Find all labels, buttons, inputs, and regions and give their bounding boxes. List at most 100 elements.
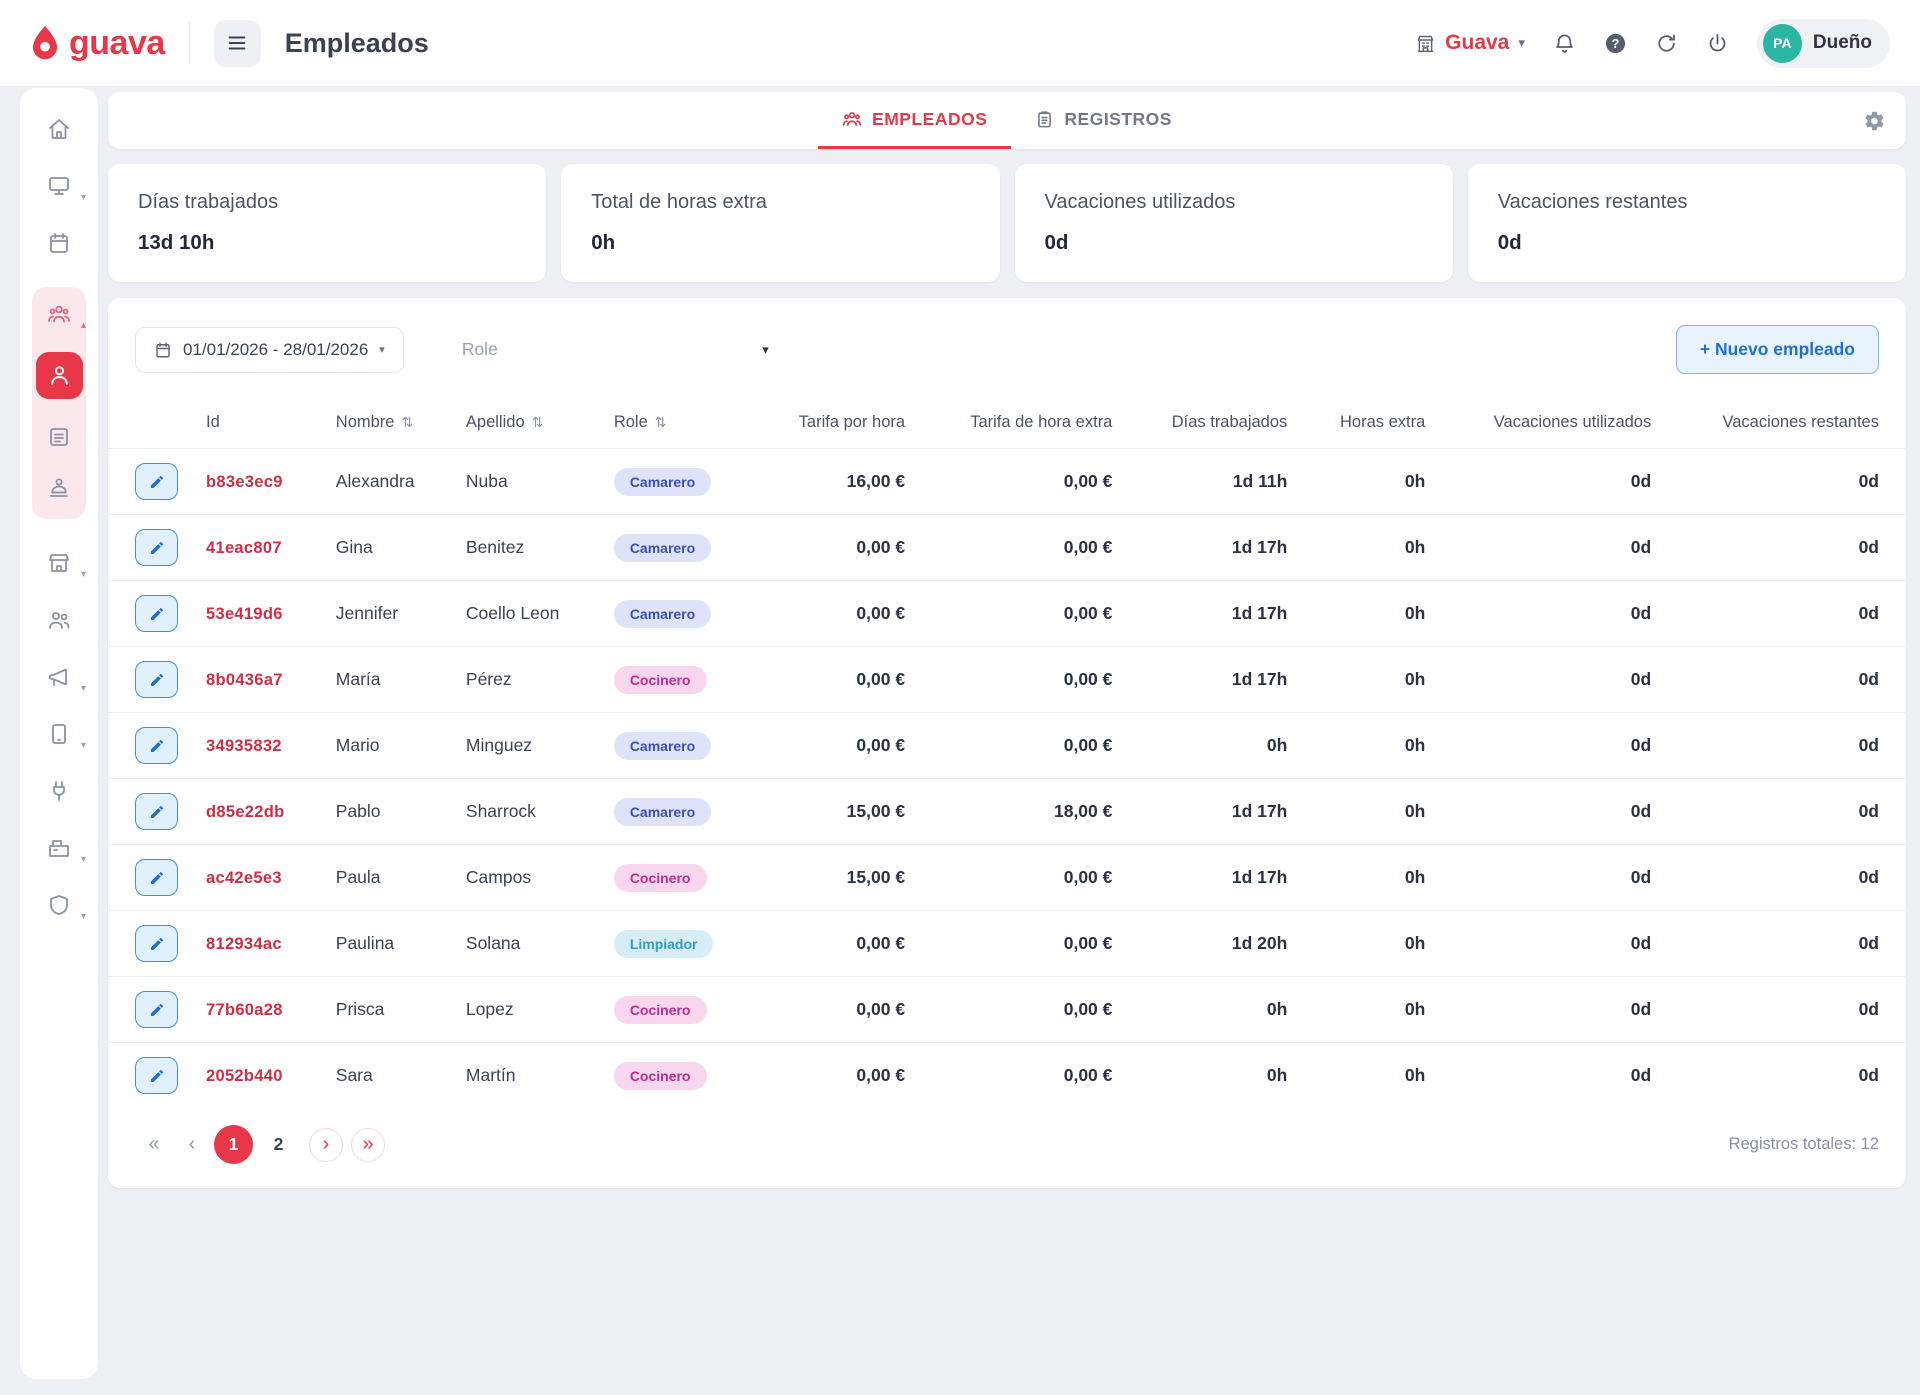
edit-row-button[interactable]: [135, 793, 178, 830]
employees-panel: 01/01/2026 - 28/01/2026 ▾ Role ▾ + Nuevo…: [108, 298, 1906, 1188]
plug-icon: [47, 779, 71, 803]
employee-id-link[interactable]: 812934ac: [206, 935, 282, 953]
sidebar-item-pos[interactable]: ▾: [38, 173, 80, 199]
prev-page-button[interactable]: ‹: [173, 1126, 211, 1164]
overtime-hours: 0h: [1301, 449, 1439, 515]
edit-row-button[interactable]: [135, 1057, 178, 1094]
table-body: b83e3ec9 Alexandra Nuba Camarero 16,00 €…: [108, 449, 1906, 1109]
edit-row-button[interactable]: [135, 859, 178, 896]
employee-id-link[interactable]: b83e3ec9: [206, 473, 283, 491]
sidebar-item-devices[interactable]: ▾: [38, 721, 80, 747]
app-logo[interactable]: guava: [28, 24, 165, 63]
employee-id-link[interactable]: ac42e5e3: [206, 869, 282, 887]
overtime-rate: 0,00 €: [919, 581, 1126, 647]
role-badge: Cocinero: [614, 666, 707, 694]
edit-row-button[interactable]: [135, 925, 178, 962]
stat-label: Vacaciones utilizados: [1045, 191, 1423, 214]
overtime-hours: 0h: [1301, 515, 1439, 581]
edit-row-button[interactable]: [135, 991, 178, 1028]
vacation-used: 0d: [1439, 911, 1665, 977]
employee-id-link[interactable]: 53e419d6: [206, 605, 283, 623]
sidebar-item-security[interactable]: ▾: [38, 892, 80, 918]
column-header-vacaciones-utilizados: Vacaciones utilizados: [1439, 400, 1665, 449]
employee-last-name: Martín: [452, 1043, 600, 1109]
chevron-down-icon: ▾: [81, 683, 86, 694]
employee-id-link[interactable]: 8b0436a7: [206, 671, 283, 689]
sidebar-item-customers[interactable]: [38, 607, 80, 633]
user-menu[interactable]: PA Dueño: [1757, 19, 1890, 68]
role-badge: Cocinero: [614, 864, 707, 892]
new-employee-button[interactable]: + Nuevo empleado: [1676, 325, 1879, 374]
sidebar-item-calendar[interactable]: [38, 230, 80, 256]
page-button-1[interactable]: 1: [214, 1125, 253, 1164]
edit-row-button[interactable]: [135, 463, 178, 500]
sidebar-item-integrations[interactable]: [38, 778, 80, 804]
edit-row-button[interactable]: [135, 595, 178, 632]
customers-icon: [47, 608, 71, 632]
sidebar-item-store[interactable]: ▾: [38, 550, 80, 576]
sidebar-item-staff[interactable]: [38, 475, 80, 501]
hourly-rate: 0,00 €: [755, 647, 919, 713]
monitor-icon: [47, 174, 71, 198]
role-badge: Cocinero: [614, 996, 707, 1024]
sidebar-group-employees: ▴: [32, 287, 86, 519]
days-worked: 1d 17h: [1126, 581, 1301, 647]
column-header-apellido[interactable]: Apellido⇅: [452, 400, 600, 449]
employee-id-link[interactable]: 41eac807: [206, 539, 282, 557]
tab-registros[interactable]: REGISTROS: [1011, 92, 1196, 149]
column-header-role[interactable]: Role⇅: [600, 400, 756, 449]
chevron-down-icon: ▾: [1518, 35, 1525, 51]
table-row: 34935832 Mario Minguez Camarero 0,00 € 0…: [108, 713, 1906, 779]
last-page-button[interactable]: »: [351, 1128, 385, 1162]
employee-id-link[interactable]: 34935832: [206, 737, 282, 755]
sidebar-item-home[interactable]: [38, 116, 80, 142]
sidebar-item-register[interactable]: ▾: [38, 835, 80, 861]
help-button[interactable]: ?: [1604, 32, 1627, 55]
overtime-rate: 0,00 €: [919, 911, 1126, 977]
edit-row-button[interactable]: [135, 661, 178, 698]
refresh-button[interactable]: [1655, 32, 1678, 55]
pencil-icon: [149, 870, 165, 886]
hourly-rate: 0,00 €: [755, 1043, 919, 1109]
sort-icon[interactable]: ⇅: [401, 414, 413, 430]
logout-button[interactable]: [1706, 32, 1729, 55]
table-row: 41eac807 Gina Benitez Camarero 0,00 € 0,…: [108, 515, 1906, 581]
tab-empleados[interactable]: EMPLEADOS: [818, 92, 1011, 149]
stat-label: Total de horas extra: [591, 191, 969, 214]
chevron-down-icon: ▾: [81, 911, 86, 922]
column-header-nombre[interactable]: Nombre⇅: [322, 400, 452, 449]
edit-row-button[interactable]: [135, 529, 178, 566]
role-filter[interactable]: Role ▾: [458, 329, 773, 370]
edit-row-button[interactable]: [135, 727, 178, 764]
employee-id-link[interactable]: 2052b440: [206, 1067, 283, 1085]
app-name: guava: [69, 24, 165, 63]
vacation-used: 0d: [1439, 647, 1665, 713]
employee-last-name: Campos: [452, 845, 600, 911]
hourly-rate: 0,00 €: [755, 713, 919, 779]
next-page-button[interactable]: ›: [309, 1128, 343, 1162]
guava-logo-icon: [28, 24, 62, 62]
employees-table: IdNombre⇅Apellido⇅Role⇅Tarifa por horaTa…: [108, 400, 1906, 1108]
sidebar-item-team[interactable]: ▴: [38, 301, 80, 327]
first-page-button[interactable]: «: [135, 1126, 173, 1164]
overtime-hours: 0h: [1301, 713, 1439, 779]
hamburger-menu-button[interactable]: [214, 20, 261, 67]
overtime-rate: 0,00 €: [919, 845, 1126, 911]
people-icon: [842, 109, 862, 129]
sidebar-item-marketing[interactable]: ▾: [38, 664, 80, 690]
settings-button[interactable]: [1863, 109, 1886, 132]
sort-icon[interactable]: ⇅: [532, 414, 544, 430]
sort-icon[interactable]: ⇅: [655, 414, 667, 430]
sidebar-item-schedules[interactable]: [38, 424, 80, 450]
employee-id-link[interactable]: 77b60a28: [206, 1001, 283, 1019]
employee-id-link[interactable]: d85e22db: [206, 803, 285, 821]
sidebar-item-employees-active[interactable]: [36, 352, 83, 399]
store-selector[interactable]: Guava ▾: [1415, 31, 1525, 55]
days-worked: 1d 17h: [1126, 845, 1301, 911]
home-icon: [47, 117, 71, 141]
date-range-filter[interactable]: 01/01/2026 - 28/01/2026 ▾: [135, 327, 404, 373]
notifications-button[interactable]: [1553, 32, 1576, 55]
page-button-2[interactable]: 2: [259, 1125, 298, 1164]
table-row: ac42e5e3 Paula Campos Cocinero 15,00 € 0…: [108, 845, 1906, 911]
overtime-rate: 18,00 €: [919, 779, 1126, 845]
